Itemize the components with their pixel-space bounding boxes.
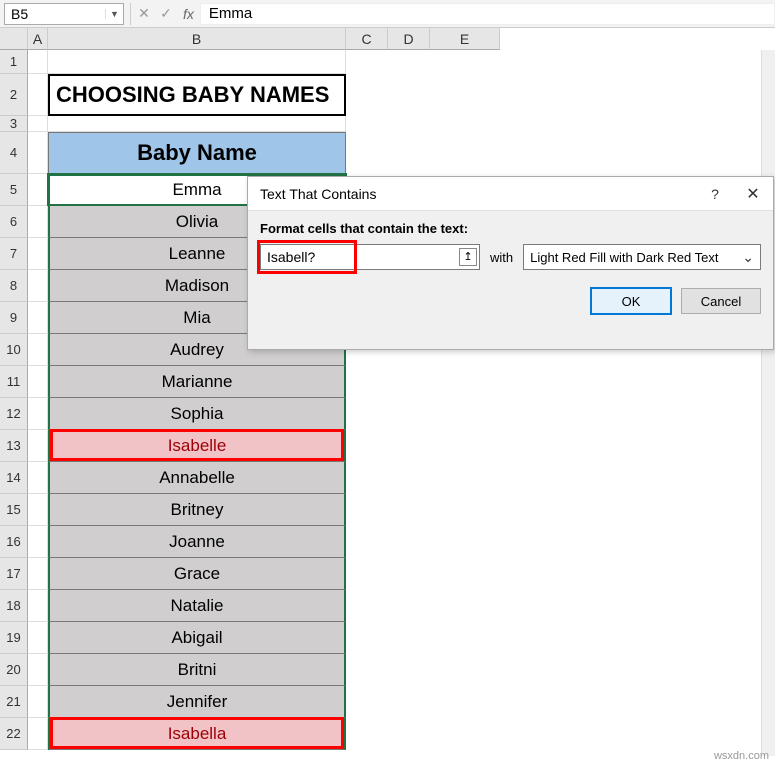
cell-a22[interactable] — [28, 718, 48, 750]
cell-a18[interactable] — [28, 590, 48, 622]
cell-a10[interactable] — [28, 334, 48, 366]
row-header-10[interactable]: 10 — [0, 334, 28, 366]
cell-b22[interactable]: Isabella — [48, 718, 346, 750]
row-header-19[interactable]: 19 — [0, 622, 28, 654]
cell-b17[interactable]: Grace — [48, 558, 346, 590]
row-header-13[interactable]: 13 — [0, 430, 28, 462]
cell-b19[interactable]: Abigail — [48, 622, 346, 654]
cancel-formula-icon: ✕ — [133, 5, 155, 22]
row-header-2[interactable]: 2 — [0, 74, 28, 116]
cell-a7[interactable] — [28, 238, 48, 270]
row-header-11[interactable]: 11 — [0, 366, 28, 398]
cell-a13[interactable] — [28, 430, 48, 462]
cell-b4[interactable]: Baby Name — [48, 132, 346, 174]
row-header-21[interactable]: 21 — [0, 686, 28, 718]
watermark: wsxdn.com — [714, 750, 769, 762]
dialog-instruction: Format cells that contain the text: — [260, 221, 761, 236]
help-icon[interactable]: ? — [697, 186, 733, 202]
name-box-value: B5 — [5, 6, 105, 22]
cell-b13[interactable]: Isabelle — [48, 430, 346, 462]
cell-a20[interactable] — [28, 654, 48, 686]
cell-a8[interactable] — [28, 270, 48, 302]
row-header-4[interactable]: 4 — [0, 132, 28, 174]
divider — [130, 3, 131, 25]
col-header-c[interactable]: C — [346, 28, 388, 50]
cell-b1[interactable] — [48, 50, 346, 74]
cell-a21[interactable] — [28, 686, 48, 718]
cell-a4[interactable] — [28, 132, 48, 174]
cancel-button[interactable]: Cancel — [681, 288, 761, 314]
criteria-field-wrap: ↥ — [260, 244, 480, 270]
row-header-1[interactable]: 1 — [0, 50, 28, 74]
cell-a9[interactable] — [28, 302, 48, 334]
dialog-title: Text That Contains — [248, 186, 697, 202]
col-header-b[interactable]: B — [48, 28, 346, 50]
row-header-5[interactable]: 5 — [0, 174, 28, 206]
row-header-16[interactable]: 16 — [0, 526, 28, 558]
col-header-e[interactable]: E — [430, 28, 500, 50]
cell-b12[interactable]: Sophia — [48, 398, 346, 430]
name-box[interactable]: B5 ▼ — [4, 3, 124, 25]
row-header-12[interactable]: 12 — [0, 398, 28, 430]
with-label: with — [490, 250, 513, 265]
highlight-ring — [50, 429, 344, 461]
row-header-15[interactable]: 15 — [0, 494, 28, 526]
row-header-14[interactable]: 14 — [0, 462, 28, 494]
cell-a15[interactable] — [28, 494, 48, 526]
cell-b15[interactable]: Britney — [48, 494, 346, 526]
format-select-value: Light Red Fill with Dark Red Text — [530, 250, 718, 265]
highlight-ring — [50, 717, 344, 749]
row-header-3[interactable]: 3 — [0, 116, 28, 132]
name-box-dropdown-icon[interactable]: ▼ — [105, 9, 123, 19]
cell-a14[interactable] — [28, 462, 48, 494]
cell-a3[interactable] — [28, 116, 48, 132]
row-header-17[interactable]: 17 — [0, 558, 28, 590]
text-contains-dialog: Text That Contains ? ✕ Format cells that… — [247, 176, 774, 350]
cell-a17[interactable] — [28, 558, 48, 590]
col-header-a[interactable]: A — [28, 28, 48, 50]
cell-a5[interactable] — [28, 174, 48, 206]
cell-b20[interactable]: Britni — [48, 654, 346, 686]
cell-a6[interactable] — [28, 206, 48, 238]
cell-a19[interactable] — [28, 622, 48, 654]
cell-a11[interactable] — [28, 366, 48, 398]
spreadsheet-grid: A B C D E 12 CHOOSING BABY NAMES 34 Baby Na… — [0, 28, 775, 750]
fx-icon[interactable]: fx — [177, 6, 200, 22]
cell-a12[interactable] — [28, 398, 48, 430]
row-header-6[interactable]: 6 — [0, 206, 28, 238]
vertical-scrollbar[interactable] — [761, 50, 775, 756]
ok-button[interactable]: OK — [591, 288, 671, 314]
row-header-9[interactable]: 9 — [0, 302, 28, 334]
formula-bar: B5 ▼ ✕ ✓ fx — [0, 0, 775, 28]
range-selector-icon[interactable]: ↥ — [459, 248, 477, 266]
cell-b18[interactable]: Natalie — [48, 590, 346, 622]
cell-b21[interactable]: Jennifer — [48, 686, 346, 718]
criteria-input[interactable] — [260, 244, 480, 270]
format-select[interactable]: Light Red Fill with Dark Red Text — [523, 244, 761, 270]
cell-a1[interactable] — [28, 50, 48, 74]
row-header-8[interactable]: 8 — [0, 270, 28, 302]
formula-input[interactable] — [200, 3, 775, 25]
cell-b2[interactable]: CHOOSING BABY NAMES — [48, 74, 346, 116]
cell-b14[interactable]: Annabelle — [48, 462, 346, 494]
cell-b3[interactable] — [48, 116, 346, 132]
row-header-18[interactable]: 18 — [0, 590, 28, 622]
row-header-20[interactable]: 20 — [0, 654, 28, 686]
cell-b11[interactable]: Marianne — [48, 366, 346, 398]
col-header-d[interactable]: D — [388, 28, 430, 50]
accept-formula-icon: ✓ — [155, 5, 177, 22]
cell-b16[interactable]: Joanne — [48, 526, 346, 558]
dialog-titlebar[interactable]: Text That Contains ? ✕ — [248, 177, 773, 211]
cell-a16[interactable] — [28, 526, 48, 558]
row-header-22[interactable]: 22 — [0, 718, 28, 750]
close-icon[interactable]: ✕ — [733, 184, 773, 204]
row-header-7[interactable]: 7 — [0, 238, 28, 270]
cell-a2[interactable] — [28, 74, 48, 116]
select-all-corner[interactable] — [0, 28, 28, 50]
